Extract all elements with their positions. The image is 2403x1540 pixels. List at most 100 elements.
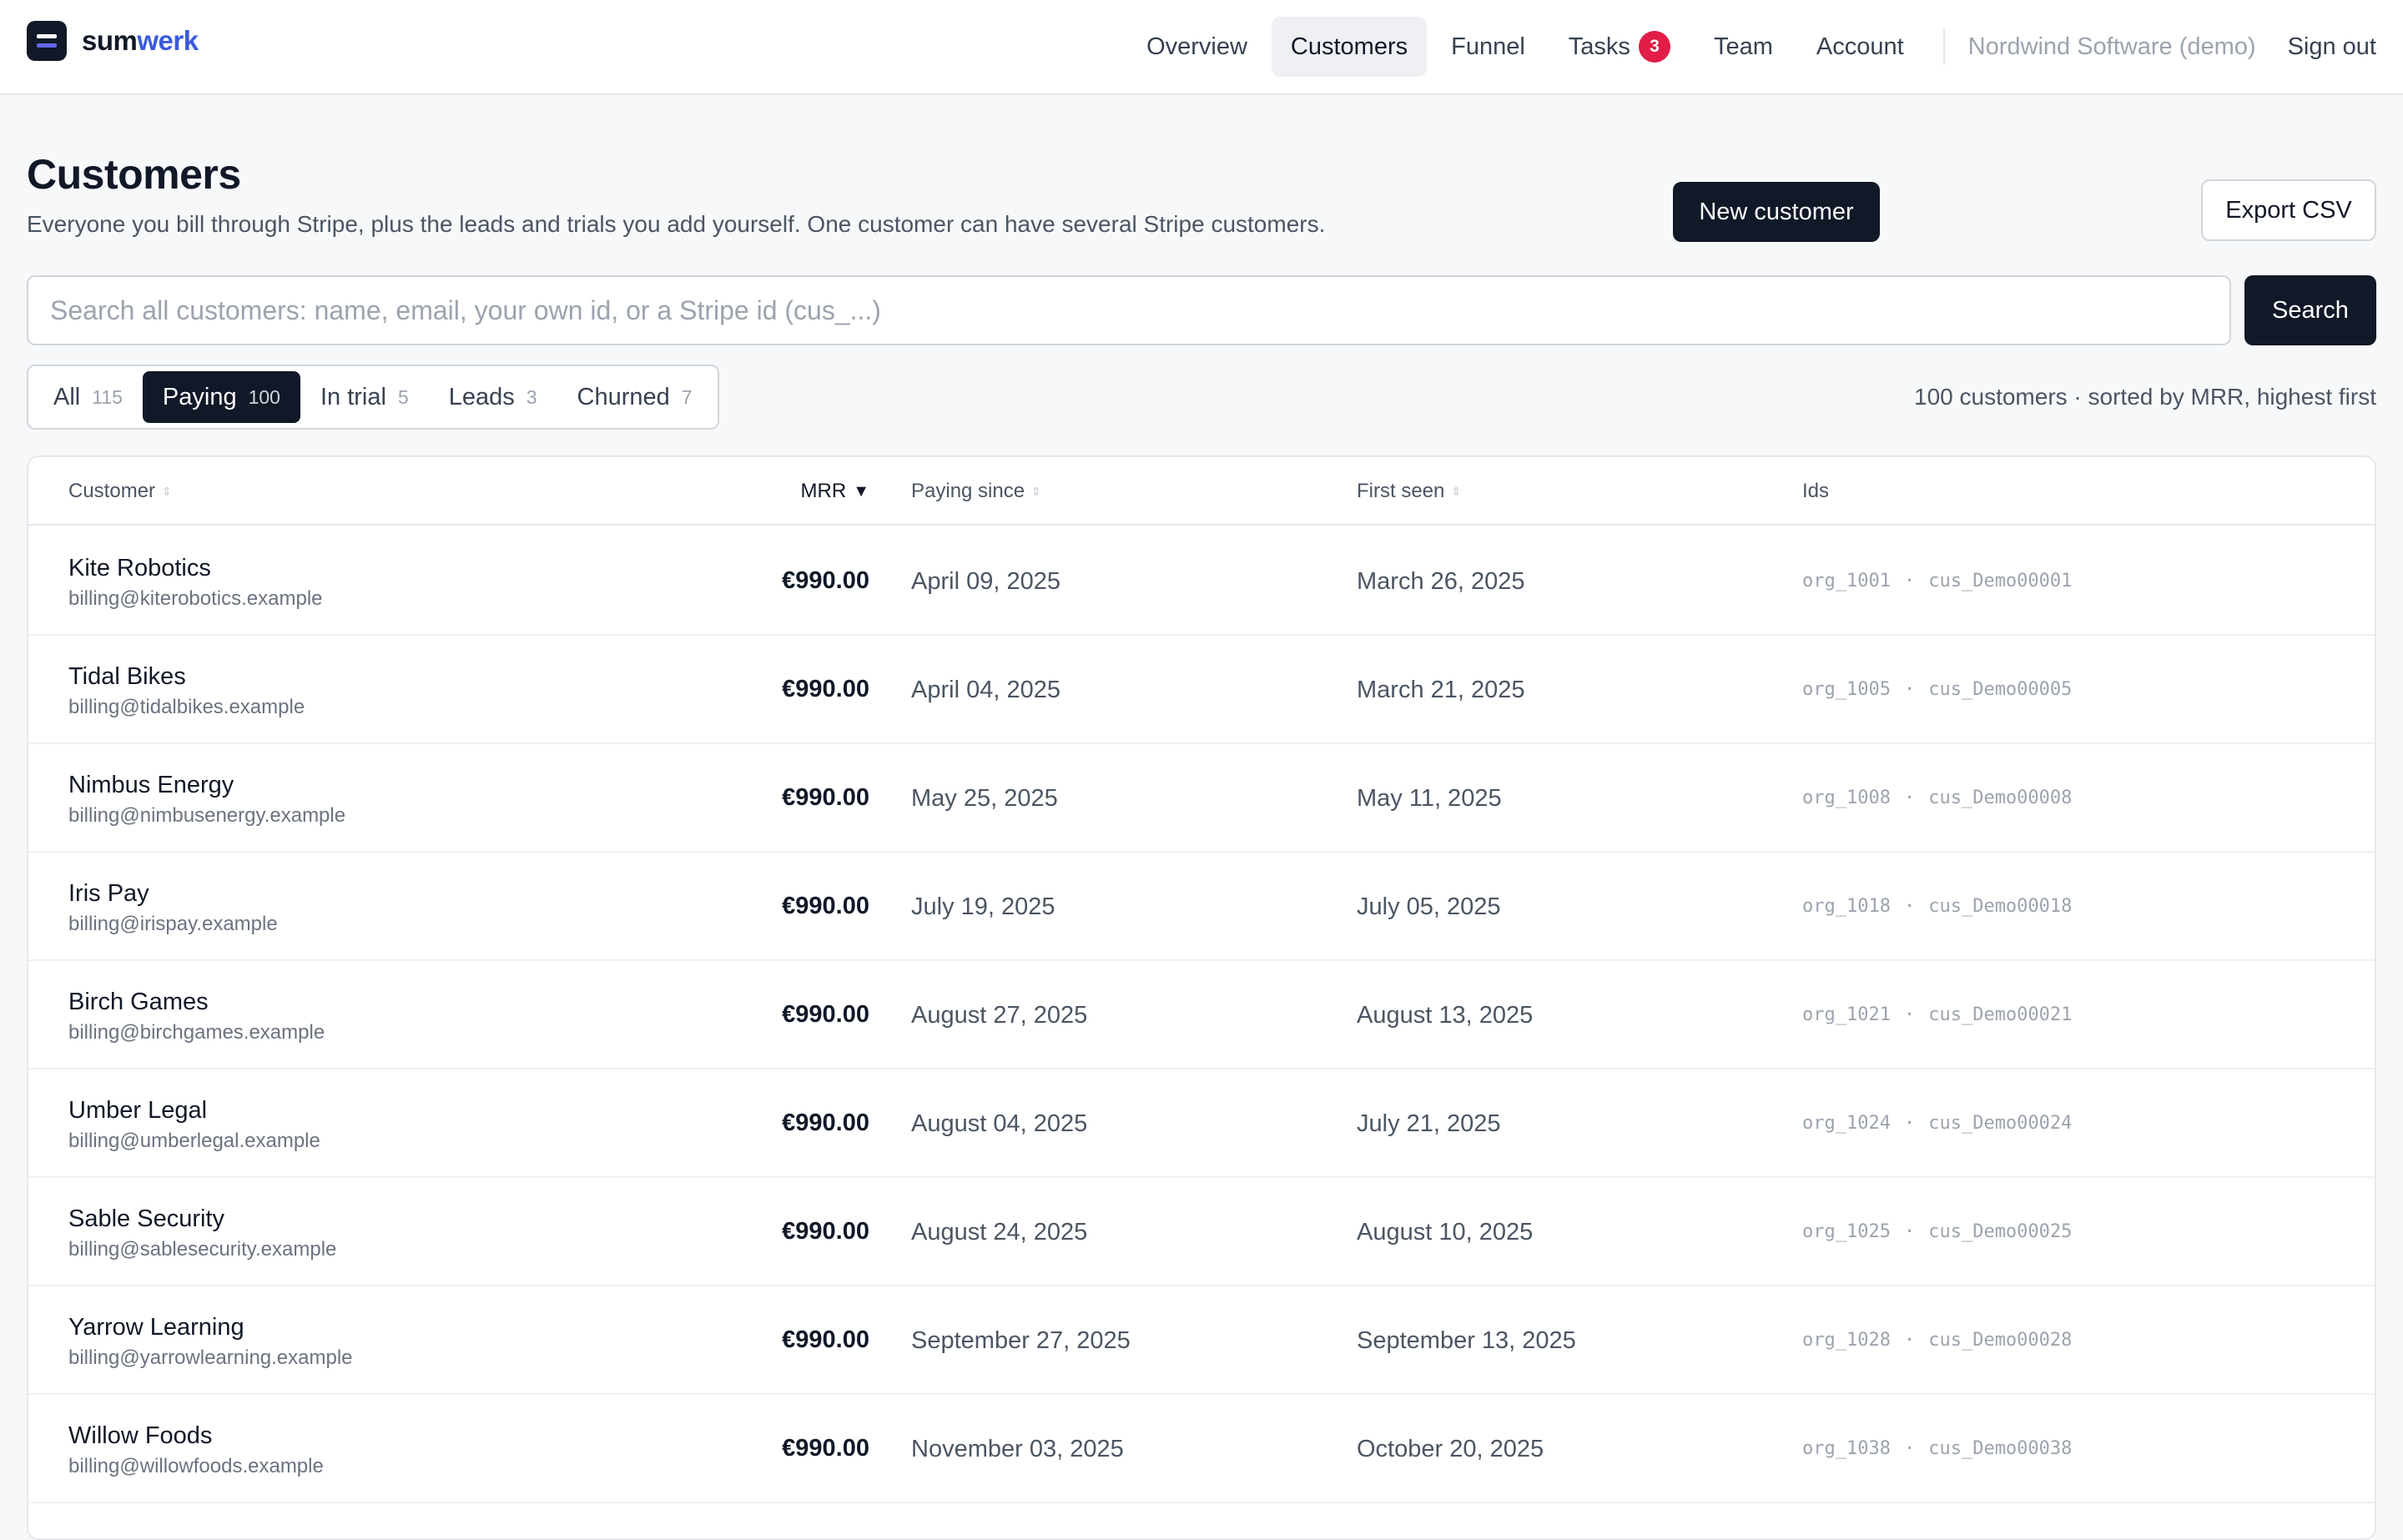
filter-count: 100 [248, 385, 280, 408]
sort-descending-icon: ▼ [853, 481, 869, 501]
column-header-customer[interactable]: Customer ⇕ [68, 457, 172, 526]
customer-name: Tidal Bikes [68, 663, 186, 690]
filter-tab-leads[interactable]: Leads 3 [429, 371, 557, 423]
column-header-first-seen[interactable]: First seen ⇕ [1357, 457, 1461, 526]
brand-logo[interactable]: sumwerk [27, 21, 199, 61]
table-row[interactable]: Yarrow Learning billing@yarrowlearning.e… [28, 1286, 2375, 1395]
filter-tab-in-trial[interactable]: In trial 5 [300, 371, 429, 423]
customer-email: billing@kiterobotics.example [68, 587, 323, 610]
organization-name: Nordwind Software (demo) [1967, 33, 2256, 60]
customer-mrr: €990.00 [782, 567, 869, 594]
tasks-count-badge: 3 [1638, 31, 1670, 63]
customer-email: billing@sablesecurity.example [68, 1238, 337, 1261]
table-row[interactable]: Umber Legal billing@umberlegal.example €… [28, 1069, 2375, 1178]
sort-icon: ⇕ [1031, 484, 1041, 498]
search-input[interactable] [27, 275, 2231, 345]
customer-name: Yarrow Learning [68, 1314, 244, 1341]
customer-name: Sable Security [68, 1205, 224, 1232]
table-header: Customer ⇕ MRR ▼ Paying since ⇕ First seen ⇕… [28, 457, 2375, 526]
main-nav: Overview Customers Funnel Tasks 3 Team A… [1122, 17, 2376, 77]
logo-icon [27, 21, 67, 61]
result-summary: 100 customers · sorted by MRR, highest f… [1914, 384, 2376, 410]
brand-name: sumwerk [82, 25, 199, 56]
filter-tab-all[interactable]: All 115 [33, 371, 143, 423]
table-row[interactable]: Iris Pay billing@irispay.example €990.00… [28, 853, 2375, 961]
table-row[interactable]: Nimbus Energy billing@nimbusenergy.examp… [28, 744, 2375, 853]
nav-item-account[interactable]: Account [1797, 17, 1923, 77]
customer-ids: org_1018 · cus_Demo00018 [1802, 896, 2073, 917]
customer-name: Kite Robotics [68, 555, 211, 581]
customer-ids: org_1001 · cus_Demo00001 [1802, 571, 2073, 591]
customer-ids: org_1008 · cus_Demo00008 [1802, 788, 2073, 808]
customer-email: billing@tidalbikes.example [68, 696, 305, 718]
customer-mrr: €990.00 [782, 784, 869, 811]
customer-email: billing@birchgames.example [68, 1021, 325, 1044]
customer-ids: org_1028 · cus_Demo00028 [1802, 1330, 2073, 1351]
customer-name: Iris Pay [68, 880, 149, 907]
nav-item-overview[interactable]: Overview [1127, 17, 1267, 77]
customer-first-seen: July 05, 2025 [1357, 893, 1501, 920]
table-row[interactable]: Tidal Bikes billing@tidalbikes.example €… [28, 636, 2375, 744]
nav-item-tasks[interactable]: Tasks 3 [1549, 17, 1690, 77]
customer-mrr: €990.00 [782, 893, 869, 919]
customer-paying-since: August 24, 2025 [911, 1219, 1088, 1246]
customer-paying-since: August 04, 2025 [911, 1110, 1088, 1137]
customer-name: Nimbus Energy [68, 772, 234, 798]
table-row[interactable]: Kite Robotics billing@kiterobotics.examp… [28, 527, 2375, 636]
customer-mrr: €990.00 [782, 1001, 869, 1028]
column-header-mrr[interactable]: MRR ▼ [801, 457, 869, 526]
customer-name: Willow Foods [68, 1422, 213, 1449]
nav-item-team[interactable]: Team [1695, 17, 1792, 77]
customer-name: Umber Legal [68, 1097, 208, 1124]
customer-first-seen: March 21, 2025 [1357, 677, 1525, 703]
customer-ids: org_1038 · cus_Demo00038 [1802, 1438, 2073, 1459]
customer-first-seen: March 26, 2025 [1357, 568, 1525, 595]
table-row[interactable]: Sable Security billing@sablesecurity.exa… [28, 1178, 2375, 1286]
nav-item-funnel[interactable]: Funnel [1432, 17, 1544, 77]
customer-paying-since: April 04, 2025 [911, 677, 1060, 703]
customer-first-seen: October 20, 2025 [1357, 1436, 1544, 1462]
sort-icon: ⇕ [1451, 484, 1462, 498]
search-button[interactable]: Search [2244, 275, 2376, 345]
customer-first-seen: August 13, 2025 [1357, 1002, 1534, 1029]
column-header-ids: Ids [1802, 480, 1830, 502]
customer-mrr: €990.00 [782, 676, 869, 702]
table-row[interactable]: Willow Foods billing@willowfoods.example… [28, 1395, 2375, 1503]
customer-mrr: €990.00 [782, 1110, 869, 1136]
export-csv-button[interactable]: Export CSV [2201, 179, 2376, 241]
filter-count: 3 [526, 385, 537, 408]
customer-paying-since: August 27, 2025 [911, 1002, 1088, 1029]
customer-email: billing@yarrowlearning.example [68, 1346, 353, 1369]
customer-first-seen: May 11, 2025 [1357, 785, 1502, 812]
customer-email: billing@umberlegal.example [68, 1130, 320, 1152]
customer-paying-since: May 25, 2025 [911, 785, 1058, 812]
table-row[interactable]: Birch Games billing@birchgames.example €… [28, 961, 2375, 1069]
nav-divider [1942, 28, 1945, 65]
page-title: Customers [27, 151, 241, 198]
customer-ids: org_1005 · cus_Demo00005 [1802, 679, 2073, 700]
filter-tab-paying[interactable]: Paying 100 [142, 371, 300, 423]
filter-count: 115 [92, 385, 123, 408]
page-subtitle: Everyone you bill through Stripe, plus t… [27, 211, 1326, 237]
status-filter-tabs: All 115 Paying 100 In trial 5 Leads 3 Churne… [27, 365, 719, 430]
customer-email: billing@willowfoods.example [68, 1455, 324, 1477]
customers-table: Customer ⇕ MRR ▼ Paying since ⇕ First seen ⇕… [27, 455, 2376, 1540]
filter-count: 7 [681, 385, 693, 408]
filter-count: 5 [397, 385, 409, 408]
customer-email: billing@irispay.example [68, 913, 278, 935]
sign-out-link[interactable]: Sign out [2268, 33, 2376, 61]
column-header-paying-since[interactable]: Paying since ⇕ [911, 457, 1041, 526]
customer-paying-since: September 27, 2025 [911, 1327, 1131, 1354]
customer-email: billing@nimbusenergy.example [68, 804, 346, 827]
top-navigation-bar: sumwerk Overview Customers Funnel Tasks … [0, 0, 2403, 95]
customer-paying-since: April 09, 2025 [911, 568, 1060, 595]
sort-icon: ⇕ [162, 484, 172, 498]
customer-mrr: €990.00 [782, 1218, 869, 1245]
nav-item-customers[interactable]: Customers [1271, 17, 1428, 77]
customer-paying-since: July 19, 2025 [911, 893, 1055, 920]
new-customer-button[interactable]: New customer [1673, 182, 1880, 242]
filter-tab-churned[interactable]: Churned 7 [557, 371, 713, 423]
customer-ids: org_1025 · cus_Demo00025 [1802, 1221, 2073, 1242]
customer-first-seen: August 10, 2025 [1357, 1219, 1534, 1246]
customer-mrr: €990.00 [782, 1326, 869, 1353]
